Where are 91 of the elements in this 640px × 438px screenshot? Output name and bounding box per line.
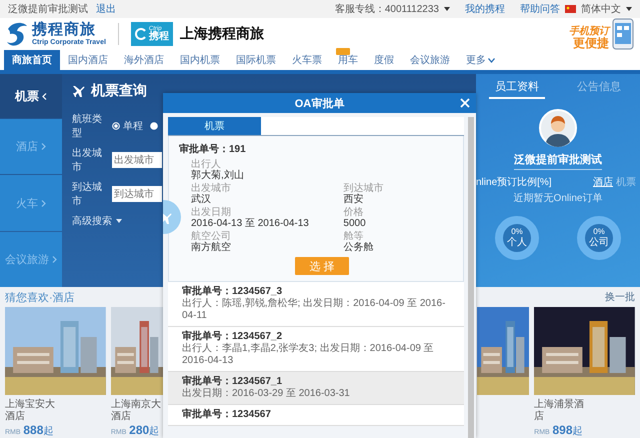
chevron-icon (41, 200, 46, 207)
ring-meter (492, 213, 542, 263)
hotel-name[interactable]: 上海南京大酒店 (110, 399, 161, 423)
caret-icon[interactable] (488, 58, 495, 62)
plane-icon (72, 84, 86, 98)
flag-icon (565, 5, 576, 13)
field-label: 到达城市 (72, 180, 103, 208)
city-input[interactable]: 出发城市 (112, 152, 162, 168)
approval-record[interactable]: 审批单号：1234567 (168, 405, 464, 426)
record-detail: 出发日期：2016-03-29 至 2016-03-31 (182, 388, 351, 400)
detail-label: 到达城市 (343, 183, 384, 194)
nav-tab[interactable]: 度假 (366, 50, 402, 70)
swirl-icon (134, 28, 147, 40)
ring-value: 0% (593, 228, 605, 237)
dialog-tab[interactable]: 机票 (168, 117, 261, 135)
hotel-name[interactable]: 上海浦景酒店 (534, 399, 584, 423)
side-tab[interactable]: 机票 (0, 74, 62, 118)
detail-value: 西安 (343, 194, 364, 205)
detail-label: 航空公司 (191, 231, 232, 242)
approval-record[interactable]: 审批单号：1234567_2 出行人：李晶1,李晶2,张学友3; 出发日期：2016-04-09 至 2016-04-13 (168, 327, 464, 372)
refresh-link[interactable]: 换一批 (605, 290, 635, 304)
detail-label: 出发日期 (191, 207, 232, 218)
search-title: 机票查询 (91, 82, 147, 100)
field-label: 出发城市 (72, 146, 103, 174)
ring-label: 公司 (589, 236, 609, 248)
nav-tab[interactable]: 更多 (458, 50, 494, 70)
section-title: 猜您喜欢·酒店 (5, 290, 75, 304)
nav-tab[interactable]: 会议旅游 (402, 50, 458, 70)
my-trips-link[interactable]: 我的携程 (465, 2, 505, 16)
record-number: 审批单号：1234567 (182, 409, 272, 421)
brand-name: 携程商旅 (32, 22, 97, 37)
caret-icon[interactable] (116, 219, 122, 223)
profile-tab[interactable]: 员工资料 (489, 77, 545, 99)
promo-title: 更便捷 (573, 36, 609, 50)
company-name: 上海携程商旅 (180, 25, 264, 43)
detail-label: 价格 (343, 207, 364, 218)
radio-button[interactable] (150, 122, 158, 130)
chevron-icon (42, 92, 47, 100)
ratio-title: nline预订比例[%] (476, 176, 552, 189)
detail-value: 2016-04-13 至 2016-04-13 (191, 218, 310, 229)
logout-link[interactable]: 退出 (96, 2, 116, 16)
hotel-name[interactable]: 上海宝安大酒店 (5, 399, 55, 423)
chevron-icon (41, 143, 46, 150)
record-number: 审批单号：1234567_1 (182, 376, 284, 388)
radio-button[interactable] (112, 122, 120, 130)
record-number: 审批单号：1234567_3 (182, 286, 284, 298)
record-detail: 出行人：李晶1,李晶2,张学友3; 出发日期：2016-04-09 至 2016-04-13 (182, 343, 435, 367)
nav-tab[interactable]: 国际机票 (228, 50, 284, 70)
language-selector[interactable]: 简体中文 (581, 2, 621, 16)
field-label: 航班类型 (72, 112, 103, 140)
nav-tab[interactable]: 火车票 (284, 50, 330, 70)
ring-label: 个人 (507, 236, 527, 248)
hotline-text: 客服专线：4001112233 (334, 2, 439, 16)
dialog-title: OA审批单 (294, 96, 344, 110)
user-name: 泛微提前审批测试 (8, 2, 88, 16)
chevron-icon (52, 256, 57, 263)
detail-value: 郭大菊,刘山 (191, 170, 245, 181)
avatar-icon (539, 109, 577, 147)
order-number: 审批单号：191 (179, 142, 247, 156)
caret-icon[interactable] (444, 7, 450, 11)
approval-record[interactable]: 审批单号：1234567_1 出发日期：2016-03-29 至 2016-03-31 (168, 372, 464, 405)
close-icon[interactable] (460, 98, 470, 108)
advanced-search-toggle[interactable]: 高级搜索 (72, 214, 112, 228)
detail-label: 出发城市 (191, 183, 232, 194)
nav-tab[interactable]: 用车 (330, 50, 366, 70)
ring-meter (574, 213, 624, 263)
nav-tab[interactable]: 海外酒店 (116, 50, 172, 70)
ring-value: 0% (511, 228, 523, 237)
city-input[interactable]: 到达城市 (112, 186, 162, 202)
ratio-tab[interactable]: 酒店 (593, 175, 613, 189)
detail-value: 公务舱 (343, 242, 374, 253)
radio-label: 单程 (123, 120, 143, 133)
promo-text: 手机预订 (569, 26, 609, 37)
partner-name: 携程 (148, 32, 169, 42)
record-detail: 出行人：陈瑶,郭锐,詹松华; 出发日期：2016-04-09 至 2016-04-11 (182, 298, 446, 322)
nav-tab[interactable]: 国内机票 (172, 50, 228, 70)
detail-value: 5000 (343, 218, 367, 229)
help-link[interactable]: 帮助问答 (520, 2, 560, 16)
empty-note: 近期暂无Online订单 (514, 192, 602, 205)
record-number: 审批单号：1234567_2 (182, 331, 284, 342)
approval-record[interactable]: 审批单号：1234567_3 出行人：陈瑶,郭锐,詹松华; 出发日期：2016-04-09 至 2016-04-11 (168, 282, 464, 327)
employee-name: 泛微提前审批测试 (514, 152, 602, 170)
detail-value: 南方航空 (191, 242, 232, 253)
detail-label: 舱等 (343, 231, 364, 242)
nav-tab[interactable]: 商旅首页 (4, 50, 60, 70)
nav-tab[interactable]: 国内酒店 (60, 50, 116, 70)
scrollbar[interactable] (468, 117, 474, 438)
caret-icon[interactable] (626, 7, 632, 11)
logo-icon (6, 21, 28, 47)
detail-value: 武汉 (191, 194, 212, 205)
detail-label: 出行人 (191, 159, 222, 170)
